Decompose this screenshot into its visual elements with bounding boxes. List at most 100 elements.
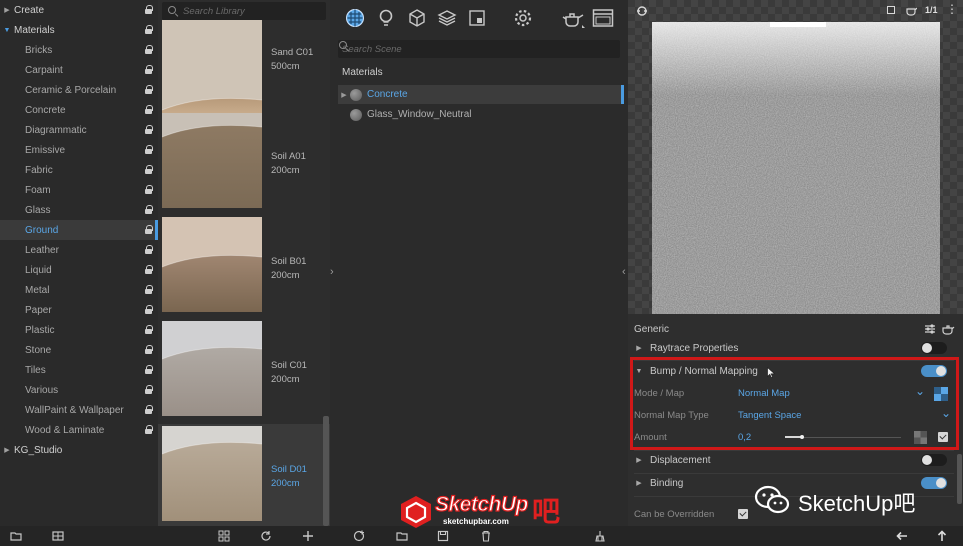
tree-item-bricks[interactable]: Bricks (0, 40, 158, 60)
displacement-toggle[interactable] (921, 454, 947, 466)
pin-icon[interactable] (636, 5, 648, 17)
tree-item-wallpaint-wallpaper[interactable]: WallPaint & Wallpaper (0, 400, 158, 420)
tree-item-concrete[interactable]: Concrete (0, 100, 158, 120)
material-preview: 1/1 ⋮ (628, 0, 963, 314)
tree-item-tiles[interactable]: Tiles (0, 360, 158, 380)
tree-item-label: Diagrammatic (25, 124, 87, 136)
tree-item-label: WallPaint & Wallpaper (25, 404, 124, 416)
chevron-right-icon[interactable]: ▶ (0, 446, 14, 454)
lock-icon (145, 305, 153, 314)
tree-item-liquid[interactable]: Liquid (0, 260, 158, 280)
arrow-up-icon[interactable] (936, 530, 948, 542)
lock-icon (145, 25, 153, 34)
tree-item-label: Bricks (25, 44, 53, 56)
materials-icon[interactable] (345, 8, 365, 28)
tree-item-paper[interactable]: Paper (0, 300, 158, 320)
thumbnail-name: Soil D01 (271, 464, 307, 475)
teapot-small-icon[interactable] (905, 5, 917, 16)
lock-icon (145, 265, 153, 274)
thumbnail-name: Soil C01 (271, 360, 307, 371)
can-be-overridden-label: Can be Overridden (634, 509, 715, 520)
chevron-right-icon[interactable]: ▶ (0, 6, 14, 14)
scene-search-input[interactable]: Search Scene (338, 40, 620, 58)
raytrace-toggle[interactable] (921, 342, 947, 354)
tree-item-emissive[interactable]: Emissive (0, 140, 158, 160)
lock-icon (145, 165, 153, 174)
arrow-left-icon[interactable] (896, 530, 908, 542)
material-thumbnail[interactable] (162, 321, 262, 416)
tree-item-label: Liquid (25, 264, 52, 276)
layers-icon[interactable] (437, 8, 457, 28)
logo-url: sketchupbar.com (443, 517, 509, 526)
window-icon[interactable] (592, 8, 614, 28)
can-be-overridden-checkbox[interactable] (738, 509, 748, 519)
frame-icon[interactable] (887, 6, 895, 14)
scene-material-item[interactable]: Glass_Window_Neutral (338, 105, 622, 124)
lock-icon (145, 5, 153, 14)
chevron-right-icon[interactable]: ▶ (338, 91, 350, 99)
material-thumbnail[interactable] (162, 113, 262, 208)
material-thumbnail[interactable] (162, 217, 262, 312)
teapot-settings-icon[interactable] (941, 322, 955, 335)
chevron-right-icon: ▶ (636, 480, 642, 487)
gear-icon[interactable] (513, 8, 533, 28)
add-icon[interactable] (302, 530, 314, 542)
tree-item-label: Materials (14, 24, 55, 36)
lock-icon (145, 65, 153, 74)
chevron-down-icon[interactable]: ▼ (0, 27, 14, 34)
scene-toolbar (330, 0, 628, 36)
library-search-input[interactable]: Search Library (162, 2, 326, 20)
lock-icon (145, 125, 153, 134)
lock-icon (145, 145, 153, 154)
grid-view-icon[interactable] (218, 530, 230, 542)
displacement-row[interactable]: ▶ Displacement (628, 449, 963, 471)
tree-item-stone[interactable]: Stone (0, 340, 158, 360)
library-view-icon[interactable] (52, 530, 64, 542)
tree-item-plastic[interactable]: Plastic (0, 320, 158, 340)
cube-icon[interactable] (407, 8, 427, 28)
texture-icon[interactable] (467, 8, 487, 28)
thumbnail-name: Soil A01 (271, 151, 306, 162)
tree-item-wood-laminate[interactable]: Wood & Laminate (0, 420, 158, 440)
tree-item-ceramic-porcelain[interactable]: Ceramic & Porcelain (0, 80, 158, 100)
sliders-icon[interactable] (924, 323, 936, 335)
tree-item-kg-studio[interactable]: ▶ KG_Studio (0, 440, 158, 460)
editor-scrollbar[interactable] (957, 454, 962, 504)
tree-item-foam[interactable]: Foam (0, 180, 158, 200)
broom-icon[interactable] (594, 530, 606, 542)
concrete-preview-image (652, 22, 940, 314)
lightbulb-icon[interactable] (376, 8, 396, 28)
highlight-box (630, 357, 959, 450)
raytrace-properties-row[interactable]: ▶ Raytrace Properties (628, 337, 963, 359)
material-thumbnail[interactable] (162, 20, 262, 115)
chevron-right-icon[interactable]: › (330, 266, 334, 278)
chevron-left-icon[interactable]: ‹ (622, 266, 626, 278)
library-scrollbar[interactable] (323, 416, 329, 526)
tree-item-fabric[interactable]: Fabric (0, 160, 158, 180)
tree-item-create[interactable]: ▶ Create (0, 0, 158, 20)
material-thumbnail[interactable] (162, 426, 262, 521)
material-ball-icon (350, 108, 362, 121)
tree-item-label: Create (14, 4, 45, 16)
tree-item-metal[interactable]: Metal (0, 280, 158, 300)
folder-open-icon[interactable] (10, 530, 22, 542)
scene-material-item[interactable]: ▶ Concrete (338, 85, 624, 104)
tree-item-glass[interactable]: Glass (0, 200, 158, 220)
tree-item-carpaint[interactable]: Carpaint (0, 60, 158, 80)
lock-icon (145, 85, 153, 94)
tree-item-label: Glass (25, 204, 51, 216)
more-icon[interactable]: ⋮ (946, 2, 958, 16)
displacement-label: Displacement (650, 454, 711, 466)
teapot-icon[interactable] (560, 8, 586, 28)
lock-icon (145, 245, 153, 254)
thumbnail-label: Soil A01 200cm (271, 150, 306, 178)
tree-item-various[interactable]: Various (0, 380, 158, 400)
tree-item-label: Carpaint (25, 64, 63, 76)
tree-item-diagrammatic[interactable]: Diagrammatic (0, 120, 158, 140)
library-search-placeholder: Search Library (183, 5, 245, 17)
tree-item-leather[interactable]: Leather (0, 240, 158, 260)
refresh-icon[interactable] (260, 530, 272, 542)
add-material-icon[interactable] (353, 530, 365, 542)
tree-item-ground[interactable]: Ground (0, 220, 158, 240)
tree-item-materials[interactable]: ▼ Materials (0, 20, 158, 40)
